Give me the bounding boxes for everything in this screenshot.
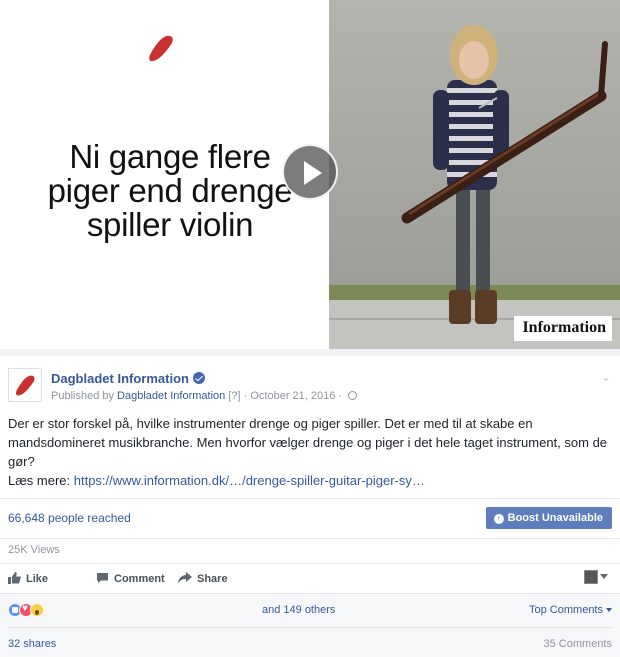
date-separator: · bbox=[240, 390, 251, 402]
boost-label: Boost Unavailable bbox=[507, 512, 603, 524]
publisher-link[interactable]: Dagbladet Information bbox=[117, 390, 225, 402]
globe-icon bbox=[348, 391, 358, 400]
caret-down-icon bbox=[606, 608, 612, 613]
divider bbox=[0, 563, 620, 564]
chevron-down-icon[interactable]: ⌄ bbox=[601, 370, 611, 384]
headline-line: spiller violin bbox=[86, 206, 254, 243]
divider bbox=[0, 349, 620, 356]
page-avatar[interactable] bbox=[8, 368, 42, 402]
thumbs-up-icon bbox=[8, 572, 21, 584]
feedback-section bbox=[0, 593, 620, 657]
video-title-card: Ni gange flere piger end drenge spiller … bbox=[0, 0, 329, 349]
others-reacted-link[interactable]: and 149 others bbox=[262, 604, 335, 616]
comment-label: Comment bbox=[114, 573, 165, 585]
wow-reaction-icon bbox=[30, 603, 44, 617]
play-icon bbox=[304, 161, 322, 185]
comment-button[interactable]: Comment bbox=[96, 572, 165, 585]
read-more-prefix: Læs mere: bbox=[8, 473, 74, 488]
post-header: Dagbladet Information Published by Dagbl… bbox=[0, 356, 620, 406]
profile-switcher[interactable] bbox=[584, 568, 608, 586]
information-logo-icon bbox=[15, 375, 35, 396]
boost-unavailable-button[interactable]: ↑ Boost Unavailable bbox=[485, 507, 612, 529]
video-player[interactable]: Ni gange flere piger end drenge spiller … bbox=[0, 0, 620, 349]
divider bbox=[0, 538, 620, 539]
verified-badge-icon bbox=[192, 372, 205, 384]
date-suffix: · bbox=[335, 390, 346, 402]
like-button[interactable]: Like bbox=[8, 572, 48, 585]
read-more-link[interactable]: https://www.information.dk/…/drenge-spil… bbox=[74, 473, 425, 488]
post-text-line: gør? bbox=[8, 454, 35, 469]
profile-thumbnail-icon bbox=[584, 569, 598, 584]
page-name-text[interactable]: Dagbladet Information bbox=[51, 371, 189, 386]
page-name-link[interactable]: Dagbladet Information bbox=[51, 371, 205, 386]
share-label: Share bbox=[197, 573, 228, 585]
post-meta: Published by Dagbladet Information [?] ·… bbox=[51, 390, 358, 402]
caret-down-icon bbox=[600, 574, 608, 580]
views-count: 25K Views bbox=[8, 544, 60, 556]
comment-icon bbox=[97, 573, 108, 583]
like-label: Like bbox=[26, 573, 49, 585]
people-reached-link[interactable]: 66,648 people reached bbox=[8, 511, 131, 525]
information-logo-icon bbox=[148, 34, 176, 69]
play-button[interactable] bbox=[282, 144, 338, 200]
publisher-marker: [?] bbox=[225, 390, 241, 402]
post-body: Der er stor forskel på, hvilke instrumen… bbox=[8, 414, 612, 490]
share-arrow-icon bbox=[178, 572, 192, 584]
share-button[interactable]: Share bbox=[178, 572, 228, 585]
brand-watermark: Information bbox=[514, 316, 612, 341]
published-by-prefix: Published by bbox=[51, 390, 118, 402]
read-more-line: Læs mere: https://www.information.dk/…/d… bbox=[8, 471, 612, 490]
comments-count-link[interactable]: 35 Comments bbox=[544, 638, 612, 650]
divider bbox=[8, 627, 612, 628]
post-text-line: mandsdomineret musikbranche. Men hvorfor… bbox=[8, 435, 608, 450]
divider bbox=[0, 498, 620, 499]
post-text-line: Der er stor forskel på, hvilke instrumen… bbox=[8, 416, 533, 431]
post-date[interactable]: October 21, 2016 bbox=[250, 390, 335, 402]
top-comments-label: Top Comments bbox=[529, 604, 603, 616]
top-comments-dropdown[interactable]: Top Comments bbox=[529, 604, 612, 616]
boost-icon: ↑ bbox=[493, 514, 504, 524]
shares-link[interactable]: 32 shares bbox=[8, 638, 56, 650]
video-photo-bassoon-girl: Information bbox=[329, 0, 620, 349]
